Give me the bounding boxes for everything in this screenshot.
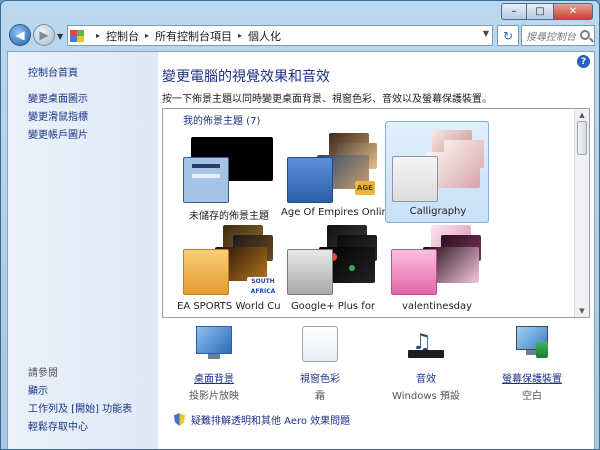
aero-troubleshoot-link[interactable]: 疑難排解透明和其他 Aero 效果問題 xyxy=(174,412,350,427)
see-also-display[interactable]: 顯示 xyxy=(28,382,48,397)
sidebar-item-account-picture[interactable]: 變更帳戶圖片 xyxy=(28,126,88,141)
recent-pages-dropdown[interactable]: ▼ xyxy=(57,32,63,41)
theme-list[interactable]: 我的佈景主題 (7) 未儲存的佈景主題 AGE Age Of Empires O… xyxy=(162,108,590,318)
screensaver-icon[interactable] xyxy=(514,326,550,362)
sidebar-item-desktop-icons[interactable]: 變更桌面圖示 xyxy=(28,90,88,105)
sidebar-home-link[interactable]: 控制台首頁 xyxy=(28,64,78,79)
theme-label: Calligraphy xyxy=(409,206,467,217)
theme-label: Age Of Empires Online xyxy=(281,207,385,218)
back-button[interactable]: ◀ xyxy=(9,24,31,46)
theme-tile-calligraphy[interactable]: Calligraphy xyxy=(385,121,489,223)
theme-label: EA SPORTS World Cup xyxy=(177,301,281,312)
scroll-up-button[interactable]: ▲ xyxy=(577,111,587,119)
personalization-settings: 桌面背景 投影片放映 視窗色彩 霜 ♫ 音效 Windows 預設 螢幕保護裝置… xyxy=(162,326,590,406)
address-bar[interactable]: ▸ 控制台 ▸ 所有控制台項目 ▸ 個人化 ▼ xyxy=(67,25,493,46)
minimize-button[interactable]: – xyxy=(501,3,527,20)
sound-setting[interactable]: ♫ 音效 Windows 預設 xyxy=(374,326,478,402)
breadcrumb-separator[interactable]: ▸ xyxy=(238,31,242,40)
theme-tile-ea-sports[interactable]: SOUTH AFRICA EA SPORTS World Cup xyxy=(177,221,281,317)
navigation-bar: ◀ ▶ ▼ ▸ 控制台 ▸ 所有控制台項目 ▸ 個人化 ▼ ↻ 搜尋控制台 xyxy=(7,23,595,49)
content-area: 控制台首頁 變更桌面圖示 變更滑鼠指標 變更帳戶圖片 請參閱 顯示 工作列及 [… xyxy=(7,51,595,449)
breadcrumb-separator[interactable]: ▸ xyxy=(96,31,100,40)
personalization-window: – □ ✕ ◀ ▶ ▼ ▸ 控制台 ▸ 所有控制台項目 ▸ 個人化 ▼ ↻ 搜尋… xyxy=(0,0,600,450)
sidebar-item-mouse-pointers[interactable]: 變更滑鼠指標 xyxy=(28,108,88,123)
theme-color-swatch xyxy=(183,157,229,203)
refresh-button[interactable]: ↻ xyxy=(497,25,519,46)
theme-tile-unsaved[interactable]: 未儲存的佈景主題 xyxy=(177,127,281,223)
window-color-setting[interactable]: 視窗色彩 霜 xyxy=(268,326,372,402)
scroll-down-button[interactable]: ▼ xyxy=(577,307,587,315)
sound-icon[interactable]: ♫ xyxy=(408,326,444,362)
window-color-label[interactable]: 視窗色彩 xyxy=(268,370,372,385)
address-dropdown-icon[interactable]: ▼ xyxy=(483,29,489,38)
see-also-ease-of-access[interactable]: 輕鬆存取中心 xyxy=(28,418,88,433)
breadcrumb-all-items[interactable]: 所有控制台項目 xyxy=(155,28,232,44)
scroll-thumb[interactable] xyxy=(577,121,587,155)
south-africa-logo-icon: SOUTH AFRICA xyxy=(247,277,279,299)
theme-list-scrollbar[interactable]: ▲ ▼ xyxy=(574,109,589,317)
theme-color-swatch xyxy=(287,157,333,203)
breadcrumb-personalization[interactable]: 個人化 xyxy=(248,28,281,44)
window-color-value: 霜 xyxy=(315,391,325,402)
screensaver-link[interactable]: 螢幕保護裝置 xyxy=(480,370,584,385)
screensaver-value: 空白 xyxy=(522,391,542,402)
shield-icon xyxy=(174,413,185,426)
aoe-logo-icon: AGE xyxy=(355,181,375,195)
theme-color-swatch xyxy=(183,249,229,295)
theme-label: 未儲存的佈景主題 xyxy=(189,211,269,222)
theme-tile-google-plus[interactable]: Google+ Plus for xyxy=(281,221,385,317)
screensaver-setting[interactable]: 螢幕保護裝置 空白 xyxy=(480,326,584,402)
see-also-taskbar[interactable]: 工作列及 [開始] 功能表 xyxy=(28,400,132,415)
breadcrumb-control-panel[interactable]: 控制台 xyxy=(106,28,139,44)
control-panel-icon xyxy=(70,29,86,43)
sidebar: 控制台首頁 變更桌面圖示 變更滑鼠指標 變更帳戶圖片 請參閱 顯示 工作列及 [… xyxy=(8,52,158,449)
breadcrumb-separator[interactable]: ▸ xyxy=(145,31,149,40)
caption-buttons: – □ ✕ xyxy=(501,3,593,20)
theme-group-label: 我的佈景主題 (7) xyxy=(183,116,261,127)
desktop-background-setting[interactable]: 桌面背景 投影片放映 xyxy=(162,326,266,402)
search-box[interactable]: 搜尋控制台 xyxy=(521,25,595,46)
theme-tile-valentinesday[interactable]: valentinesday xyxy=(385,221,489,317)
page-title: 變更電腦的視覺效果和音效 xyxy=(162,69,330,85)
see-also-heading: 請參閱 xyxy=(28,368,58,379)
desktop-background-link[interactable]: 桌面背景 xyxy=(162,370,266,385)
main-panel: ? 變更電腦的視覺效果和音效 按一下佈景主題以同時變更桌面背景、視窗色彩、音效以… xyxy=(158,52,594,449)
sound-label[interactable]: 音效 xyxy=(374,370,478,385)
page-subtitle: 按一下佈景主題以同時變更桌面背景、視窗色彩、音效以及螢幕保護裝置。 xyxy=(162,94,492,105)
search-icon[interactable] xyxy=(580,30,590,40)
theme-label: Google+ Plus for xyxy=(290,301,376,312)
theme-color-swatch xyxy=(287,249,333,295)
forward-button[interactable]: ▶ xyxy=(33,24,55,46)
desktop-background-value: 投影片放映 xyxy=(189,391,239,402)
help-icon[interactable]: ? xyxy=(577,55,590,68)
theme-color-swatch xyxy=(392,156,438,202)
sound-value: Windows 預設 xyxy=(392,391,460,402)
maximize-button[interactable]: □ xyxy=(527,3,553,20)
window-color-icon[interactable] xyxy=(302,326,338,362)
aero-troubleshoot-label[interactable]: 疑難排解透明和其他 Aero 效果問題 xyxy=(191,412,350,427)
close-button[interactable]: ✕ xyxy=(553,3,593,20)
theme-label: valentinesday xyxy=(401,301,473,312)
theme-color-swatch xyxy=(391,249,437,295)
desktop-background-icon[interactable] xyxy=(196,326,232,362)
search-placeholder: 搜尋控制台 xyxy=(526,32,576,43)
theme-tile-age-of-empires[interactable]: AGE Age Of Empires Online xyxy=(281,127,385,223)
